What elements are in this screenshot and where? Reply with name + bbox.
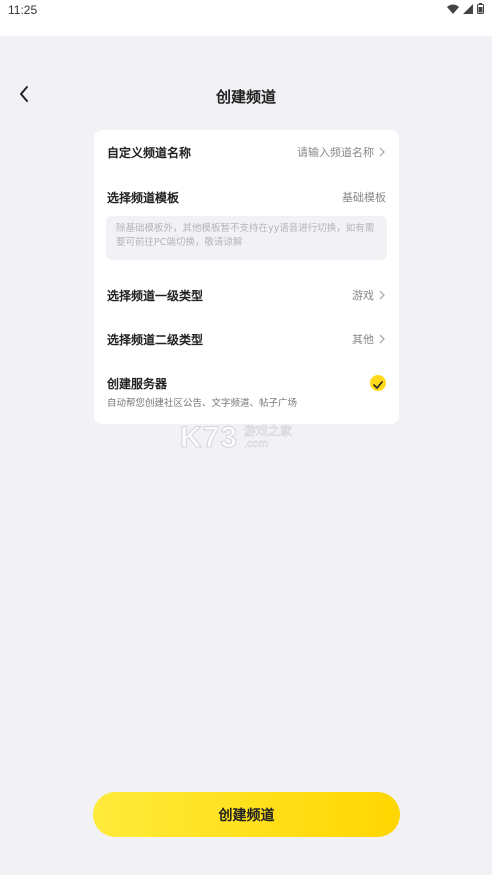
watermark-line2: .com [244,438,268,451]
channel-name-input[interactable]: 请输入频道名称 [297,144,386,160]
server-checkbox[interactable] [370,375,386,391]
template-label: 选择频道模板 [107,190,180,205]
status-bar: 11:25 [0,0,492,36]
create-channel-button[interactable]: 创建频道 [93,792,400,837]
channel-name-label: 自定义频道名称 [107,145,192,160]
chevron-right-icon [378,289,386,301]
secondary-type-row[interactable]: 选择频道二级类型 其他 [107,327,386,351]
chevron-right-icon [378,146,386,158]
channel-name-row[interactable]: 自定义频道名称 请输入频道名称 [107,140,386,164]
template-row[interactable]: 选择频道模板 基础模板 [107,185,386,209]
status-time: 11:25 [8,3,38,17]
status-icons [447,3,484,14]
page-title: 创建频道 [215,88,276,106]
template-value: 基础模板 [342,191,386,204]
checkmark-icon [373,374,383,393]
secondary-type-label: 选择频道二级类型 [107,332,204,347]
header: 创建频道 [0,74,492,118]
server-label: 创建服务器 [107,377,168,391]
channel-name-placeholder: 请输入频道名称 [297,146,374,159]
template-notice: 除基础模板外，其他模板暂不支持在yy语音进行切换，如有需要可前往PC端切换，敬请… [106,216,387,260]
primary-type-value: 游戏 [352,289,374,302]
primary-type-row[interactable]: 选择频道一级类型 游戏 [107,283,386,307]
watermark-line1: 游戏之家 [244,424,293,438]
primary-type-label: 选择频道一级类型 [107,288,204,303]
watermark: K73 游戏之家 .com [179,420,320,456]
signal-icon [463,3,473,14]
watermark-logo: K73 [179,421,239,455]
server-description: 自动帮您创建社区公告、文字频道、帖子广场 [107,398,298,409]
wifi-icon [447,4,459,14]
form-card: 自定义频道名称 请输入频道名称 选择频道模板 基础模板 除基础模板外，其他模板暂… [94,130,399,424]
secondary-type-value: 其他 [352,333,374,346]
chevron-right-icon [378,333,386,345]
battery-icon [477,3,484,14]
